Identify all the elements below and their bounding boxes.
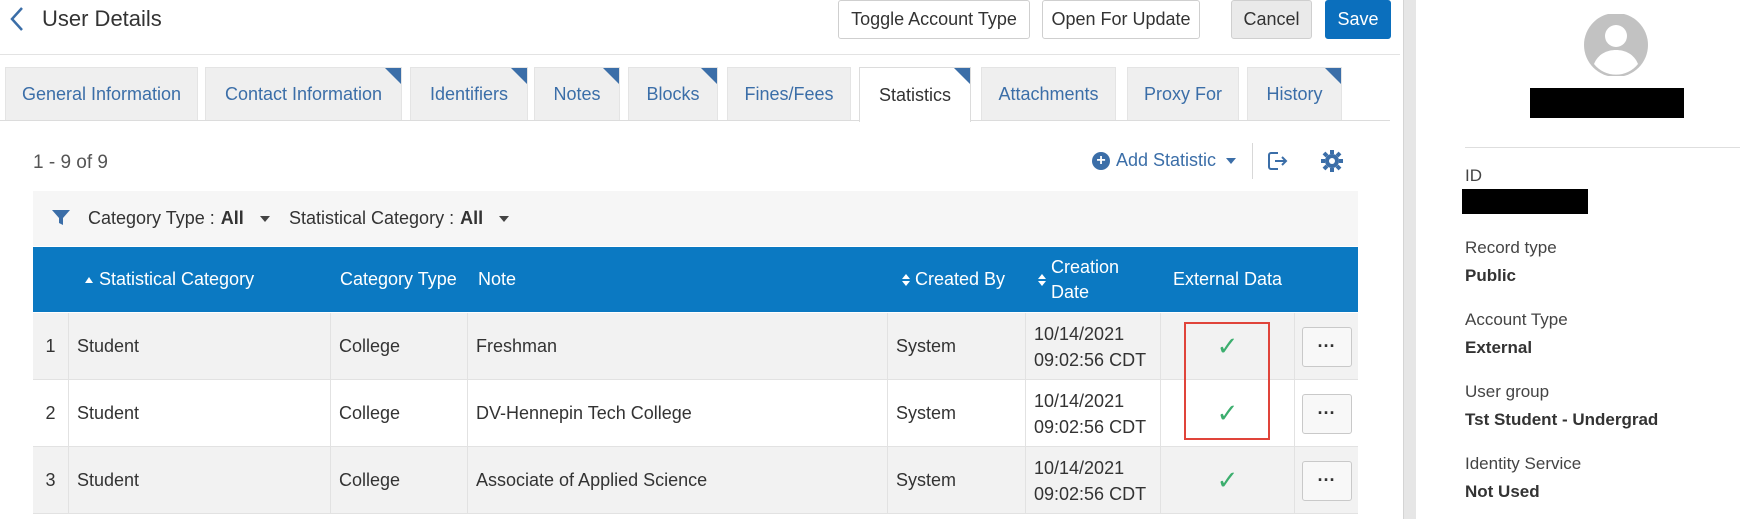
row-actions-button[interactable]: ···: [1301, 326, 1352, 367]
row-creation-date: 10/14/2021 09:02:56 CDT: [1026, 313, 1161, 380]
profile-divider: [1465, 147, 1740, 148]
tab-bar: General Information Contact Information …: [0, 67, 1390, 122]
column-note[interactable]: Note: [478, 247, 516, 312]
chevron-down-icon: [499, 215, 510, 222]
tab-corner-indicator: [701, 68, 717, 84]
category-type-filter[interactable]: Category Type : All: [88, 208, 270, 229]
save-button[interactable]: Save: [1325, 0, 1391, 39]
open-for-update-button[interactable]: Open For Update: [1042, 0, 1200, 39]
table-row[interactable]: 1 Student College Freshman System 10/14/…: [33, 313, 1358, 380]
row-actions: ···: [1295, 313, 1358, 380]
toolbar-divider: [1252, 143, 1253, 179]
column-statistical-category[interactable]: Statistical Category: [85, 247, 254, 312]
user-group-value: Tst Student - Undergrad: [1465, 410, 1659, 429]
tab-corner-indicator: [511, 68, 527, 84]
table-header: Statistical Category Category Type Note …: [33, 247, 1358, 312]
plus-circle-icon: +: [1092, 151, 1110, 170]
tab-corner-indicator: [385, 68, 401, 84]
tab-statistics[interactable]: Statistics: [859, 67, 971, 122]
row-creation-date: 10/14/2021 09:02:56 CDT: [1026, 380, 1161, 447]
row-actions-button[interactable]: ···: [1301, 460, 1352, 501]
row-number: 3: [33, 447, 69, 514]
row-statistical-category: Student: [69, 380, 331, 447]
page-header: User Details Toggle Account Type Open Fo…: [0, 0, 1400, 55]
identity-service-label: Identity Service: [1465, 454, 1582, 473]
row-statistical-category: Student: [69, 313, 331, 380]
tab-attachments[interactable]: Attachments: [981, 67, 1116, 120]
tab-proxy-for[interactable]: Proxy For: [1127, 67, 1239, 120]
account-type-label: Account Type: [1465, 310, 1568, 329]
row-category-type: College: [331, 313, 468, 380]
chevron-down-icon: [1226, 157, 1237, 164]
column-external-data[interactable]: External Data: [1173, 247, 1282, 312]
row-number: 1: [33, 313, 69, 380]
row-category-type: College: [331, 447, 468, 514]
record-type-label: Record type: [1465, 238, 1557, 257]
chevron-down-icon: [259, 215, 270, 222]
table-row[interactable]: 3 Student College Associate of Applied S…: [33, 447, 1358, 514]
row-statistical-category: Student: [69, 447, 331, 514]
tab-blocks[interactable]: Blocks: [628, 67, 718, 120]
row-actions: ···: [1295, 380, 1358, 447]
id-label: ID: [1465, 166, 1482, 185]
tab-general-information[interactable]: General Information: [5, 67, 198, 120]
back-chevron-icon[interactable]: [8, 6, 30, 36]
filter-funnel-icon: [51, 208, 71, 228]
record-count: 1 - 9 of 9: [33, 152, 108, 173]
row-actions-button[interactable]: ···: [1301, 393, 1352, 434]
filter-bar: Category Type : All Statistical Category…: [33, 191, 1358, 246]
column-created-by[interactable]: Created By: [902, 247, 1005, 312]
row-note: Associate of Applied Science: [468, 447, 888, 514]
row-created-by: System: [888, 313, 1026, 380]
cancel-button[interactable]: Cancel: [1231, 0, 1312, 39]
tab-notes[interactable]: Notes: [534, 67, 620, 120]
table-row[interactable]: 2 Student College DV-Hennepin Tech Colle…: [33, 380, 1358, 447]
highlight-box: [1184, 322, 1270, 440]
column-category-type[interactable]: Category Type: [340, 247, 457, 312]
toggle-account-type-button[interactable]: Toggle Account Type: [838, 0, 1030, 39]
user-group-label: User group: [1465, 382, 1550, 401]
panel-splitter[interactable]: [1403, 0, 1416, 519]
tab-history[interactable]: History: [1247, 67, 1342, 120]
row-actions: ···: [1295, 447, 1358, 514]
row-external-data: ✓: [1161, 447, 1295, 514]
row-category-type: College: [331, 380, 468, 447]
column-creation-date[interactable]: Creation Date: [1038, 247, 1119, 312]
page-title: User Details: [42, 6, 162, 31]
tab-corner-indicator: [603, 68, 619, 84]
row-created-by: System: [888, 380, 1026, 447]
sort-icon: [1038, 273, 1046, 286]
row-number: 2: [33, 380, 69, 447]
add-statistic-button[interactable]: + Add Statistic: [1092, 150, 1237, 171]
row-creation-date: 10/14/2021 09:02:56 CDT: [1026, 447, 1161, 514]
sort-icon: [902, 273, 910, 286]
avatar-icon: [1569, 13, 1663, 77]
row-note: Freshman: [468, 313, 888, 380]
tab-identifiers[interactable]: Identifiers: [410, 67, 528, 120]
statistical-category-filter[interactable]: Statistical Category : All: [289, 208, 510, 229]
export-icon[interactable]: [1265, 149, 1289, 173]
row-created-by: System: [888, 447, 1026, 514]
identity-service-value: Not Used: [1465, 482, 1540, 501]
sort-ascending-icon: [85, 276, 93, 283]
tab-corner-indicator: [1325, 68, 1341, 84]
checkmark-icon: ✓: [1216, 465, 1239, 495]
account-type-value: External: [1465, 338, 1533, 357]
redacted-id: [1462, 189, 1588, 214]
user-profile-panel: ID Record type Public Account Type Exter…: [1416, 0, 1740, 519]
record-type-value: Public: [1465, 266, 1517, 285]
main-panel: User Details Toggle Account Type Open Fo…: [0, 0, 1400, 519]
tab-contact-information[interactable]: Contact Information: [205, 67, 402, 120]
redacted-name: [1530, 88, 1684, 118]
tab-corner-indicator: [954, 68, 970, 84]
gear-icon[interactable]: [1320, 149, 1344, 173]
row-note: DV-Hennepin Tech College: [468, 380, 888, 447]
tab-fines-fees[interactable]: Fines/Fees: [727, 67, 851, 120]
